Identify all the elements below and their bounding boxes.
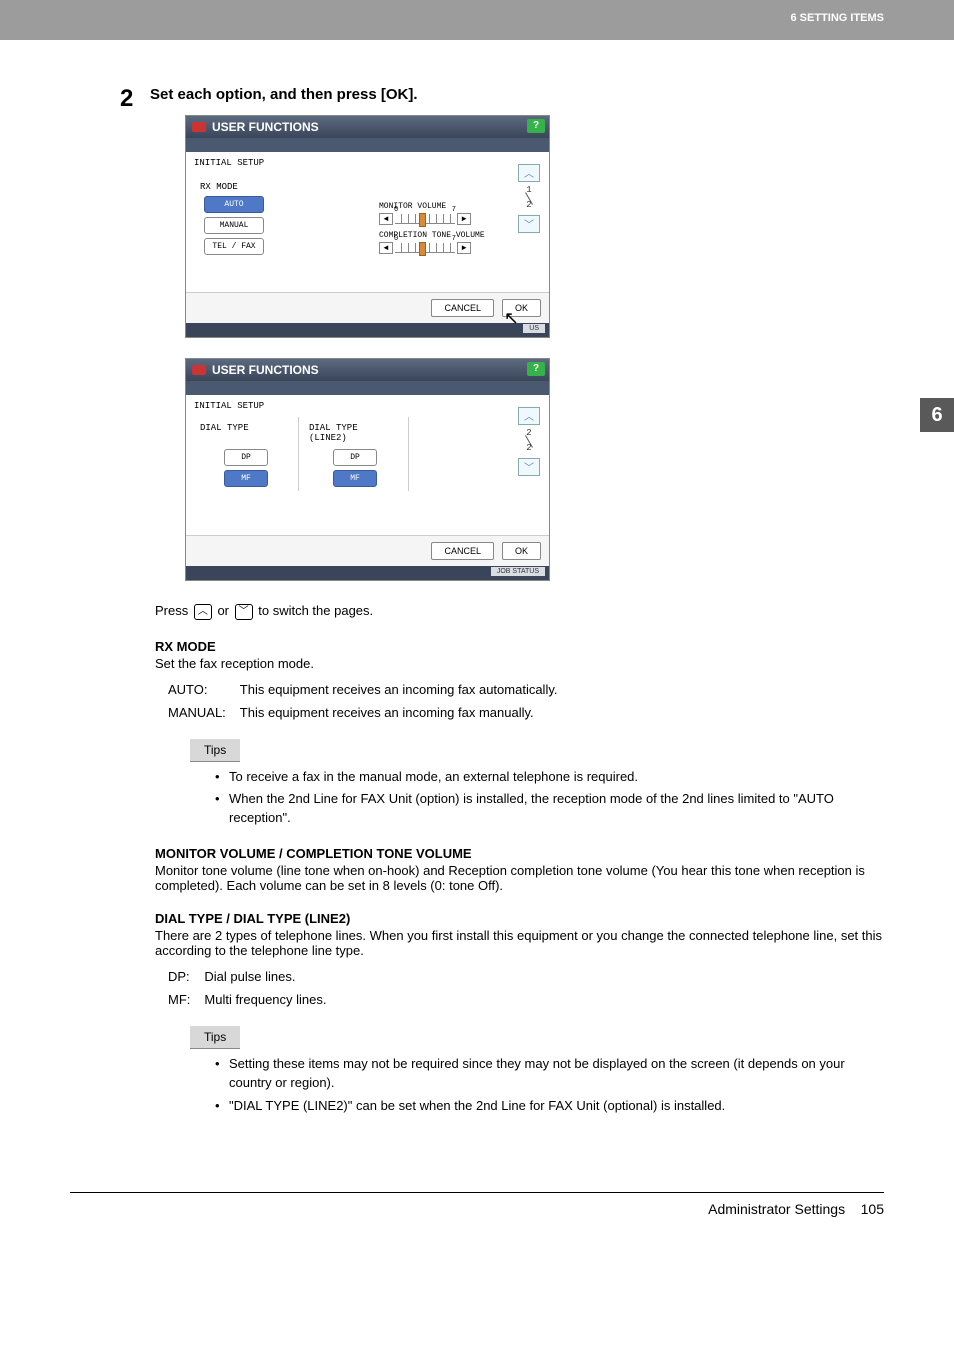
jobstatus-badge[interactable]: US <box>523 324 545 333</box>
dial-type-dp-button[interactable]: DP <box>224 449 268 466</box>
tips-2: Tips Setting these items may not be requ… <box>190 1026 884 1116</box>
rx-mode-manual-button[interactable]: MANUAL <box>204 217 264 234</box>
tips2-item-0: Setting these items may not be required … <box>215 1055 884 1093</box>
monitor-volume-increase[interactable]: ► <box>457 213 471 225</box>
monitor-heading: MONITOR VOLUME / COMPLETION TONE VOLUME <box>155 846 884 861</box>
dial-type-line2-label: DIAL TYPE (LINE2) <box>309 423 408 443</box>
header-section-label: 6 SETTING ITEMS <box>790 12 884 24</box>
breadcrumb: INITIAL SETUP <box>194 158 541 168</box>
dial-type-line2-mf-button[interactable]: MF <box>333 470 377 487</box>
screenshot2-titlebar: USER FUNCTIONS ? <box>186 359 549 381</box>
help-icon[interactable]: ? <box>527 362 545 376</box>
help-icon[interactable]: ? <box>527 119 545 133</box>
footer-page-number: 105 <box>861 1201 884 1217</box>
app-icon <box>192 365 206 375</box>
page-up-button[interactable]: ︿ <box>518 164 540 182</box>
screenshot-1: USER FUNCTIONS ? INITIAL SETUP RX MODE A… <box>185 115 550 338</box>
screenshot1-title: USER FUNCTIONS <box>212 120 319 134</box>
up-arrow-key-icon: ︿ <box>194 604 212 620</box>
rx-mode-definitions: AUTO:This equipment receives an incoming… <box>160 677 565 725</box>
monitor-volume-decrease[interactable]: ◄ <box>379 213 393 225</box>
tips-label: Tips <box>190 739 240 762</box>
tips2-item-1: "DIAL TYPE (LINE2)" can be set when the … <box>215 1097 884 1116</box>
page-up-button[interactable]: ︿ <box>518 407 540 425</box>
tips-1: Tips To receive a fax in the manual mode… <box>190 739 884 829</box>
completion-volume-slider[interactable]: ◄ 07 ► <box>379 242 541 254</box>
cancel-button[interactable]: CANCEL <box>431 299 494 317</box>
subband <box>186 138 549 152</box>
footer-section: Administrator Settings <box>708 1201 845 1217</box>
step-title: Set each option, and then press [OK]. <box>150 86 884 103</box>
rx-mode-heading: RX MODE <box>155 639 884 654</box>
page-indicator: 1 2 <box>522 186 536 211</box>
down-arrow-key-icon: ﹀ <box>235 604 253 620</box>
breadcrumb: INITIAL SETUP <box>194 401 541 411</box>
rx-mode-telfax-button[interactable]: TEL / FAX <box>204 238 264 255</box>
completion-volume-decrease[interactable]: ◄ <box>379 242 393 254</box>
step-number: 2 <box>120 85 133 113</box>
dial-definitions: DP:Dial pulse lines. MF:Multi frequency … <box>160 964 335 1012</box>
screenshot2-title: USER FUNCTIONS <box>212 363 319 377</box>
switch-pages-instruction: Press ︿ or ﹀ to switch the pages. <box>155 601 884 621</box>
dial-heading: DIAL TYPE / DIAL TYPE (LINE2) <box>155 911 884 926</box>
subband <box>186 381 549 395</box>
rx-mode-desc: Set the fax reception mode. <box>155 656 884 671</box>
tips1-item-1: When the 2nd Line for FAX Unit (option) … <box>215 790 884 828</box>
tips-label: Tips <box>190 1026 240 1049</box>
screenshot-2: USER FUNCTIONS ? INITIAL SETUP DIAL TYPE… <box>185 358 550 581</box>
rx-mode-auto-button[interactable]: AUTO <box>204 196 264 213</box>
dial-desc: There are 2 types of telephone lines. Wh… <box>155 928 884 958</box>
page-header: 6 SETTING ITEMS <box>0 0 954 40</box>
dial-type-line2-dp-button[interactable]: DP <box>333 449 377 466</box>
ok-button[interactable]: OK <box>502 542 541 560</box>
cursor-icon: ↖ <box>504 308 519 329</box>
completion-volume-increase[interactable]: ► <box>457 242 471 254</box>
page-footer: Administrator Settings 105 <box>70 1192 884 1217</box>
dial-type-mf-button[interactable]: MF <box>224 470 268 487</box>
page-indicator: 2 2 <box>522 429 536 454</box>
page-down-button[interactable]: ﹀ <box>518 215 540 233</box>
tips1-item-0: To receive a fax in the manual mode, an … <box>215 768 884 787</box>
cancel-button[interactable]: CANCEL <box>431 542 494 560</box>
rx-mode-label: RX MODE <box>194 182 299 192</box>
app-icon <box>192 122 206 132</box>
page-down-button[interactable]: ﹀ <box>518 458 540 476</box>
monitor-desc: Monitor tone volume (line tone when on-h… <box>155 863 884 893</box>
screenshot1-titlebar: USER FUNCTIONS ? <box>186 116 549 138</box>
jobstatus-button[interactable]: JOB STATUS <box>491 567 545 576</box>
dial-type-label: DIAL TYPE <box>194 423 298 433</box>
